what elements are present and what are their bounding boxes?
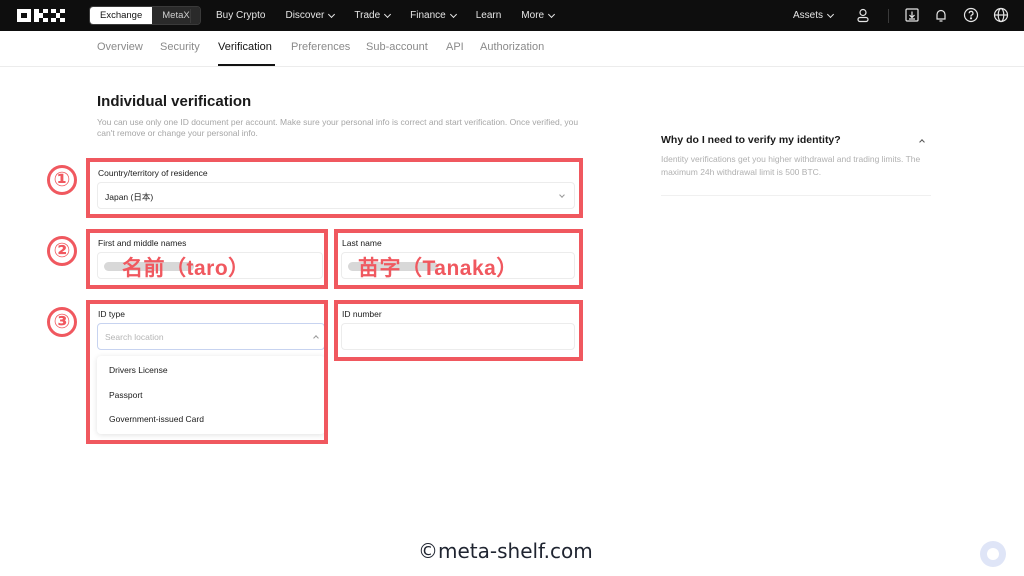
nav-learn[interactable]: Learn — [476, 10, 502, 21]
chevron-down-icon — [826, 10, 835, 18]
bell-icon[interactable] — [933, 7, 949, 23]
assets-menu[interactable]: Assets — [793, 10, 835, 21]
first-name-annotation: 名前（taro） — [122, 257, 250, 280]
active-tab-indicator — [218, 64, 275, 66]
logo-block — [17, 9, 31, 22]
nav-label: Buy Crypto — [216, 10, 266, 21]
faq-answer: Identity verifications get you higher wi… — [661, 154, 921, 177]
tab-sub-account[interactable]: Sub-account — [366, 41, 428, 53]
download-icon[interactable] — [904, 7, 920, 23]
step-3-marker: ③ — [47, 307, 77, 337]
annotation-box-id-type — [86, 300, 328, 444]
page-title: Individual verification — [97, 93, 252, 110]
tab-security[interactable]: Security — [160, 41, 200, 53]
globe-icon[interactable] — [993, 7, 1009, 23]
nav-label: Trade — [354, 10, 381, 21]
nav-trade[interactable]: Trade — [354, 10, 392, 21]
step-1-marker: ① — [47, 165, 77, 195]
chevron-down-icon — [548, 10, 556, 18]
account-subtabs: Overview Security Verification Preferenc… — [0, 31, 1024, 67]
chevron-down-icon — [384, 10, 392, 18]
last-name-annotation: 苗字（Tanaka） — [358, 257, 518, 280]
annotation-box-country — [86, 158, 583, 218]
chat-support-icon[interactable] — [980, 541, 1006, 567]
metax-toggle[interactable]: MetaX — [152, 7, 200, 24]
chevron-up-icon[interactable] — [919, 139, 925, 145]
annotation-box-id-number — [334, 300, 583, 361]
mode-toggle: Exchange MetaX — [89, 6, 201, 25]
faq-divider — [661, 195, 931, 196]
divider — [888, 9, 889, 23]
exchange-toggle[interactable]: Exchange — [90, 7, 153, 24]
tab-preferences[interactable]: Preferences — [291, 41, 350, 53]
logo-block — [34, 9, 48, 22]
main-nav: Buy Crypto Discover Trade Finance Learn … — [216, 0, 574, 31]
step-2-marker: ② — [47, 236, 77, 266]
nav-label: Finance — [410, 10, 446, 21]
nav-label: Learn — [475, 10, 502, 21]
nav-buy-crypto[interactable]: Buy Crypto — [216, 10, 265, 21]
nav-finance[interactable]: Finance — [410, 10, 457, 21]
chevron-down-icon — [449, 10, 457, 18]
top-navbar: Exchange MetaX Buy Crypto Discover Trade… — [0, 0, 1024, 31]
user-icon[interactable] — [855, 7, 871, 23]
faq-question[interactable]: Why do I need to verify my identity? — [661, 134, 841, 146]
okx-logo[interactable] — [17, 9, 65, 22]
nav-label: Discover — [285, 10, 325, 21]
tab-api[interactable]: API — [446, 41, 464, 53]
logo-block — [51, 9, 65, 22]
nav-label: More — [521, 10, 545, 21]
divider — [190, 9, 191, 23]
nav-more[interactable]: More — [521, 10, 556, 21]
tab-authorization[interactable]: Authorization — [480, 41, 544, 53]
assets-label: Assets — [793, 10, 824, 21]
watermark: ©meta-shelf.com — [418, 539, 593, 563]
page-description: You can use only one ID document per acc… — [97, 117, 579, 138]
help-icon[interactable] — [963, 7, 979, 23]
chevron-down-icon — [328, 10, 336, 18]
tab-overview[interactable]: Overview — [97, 41, 143, 53]
nav-discover[interactable]: Discover — [285, 10, 336, 21]
tab-verification[interactable]: Verification — [218, 41, 272, 53]
